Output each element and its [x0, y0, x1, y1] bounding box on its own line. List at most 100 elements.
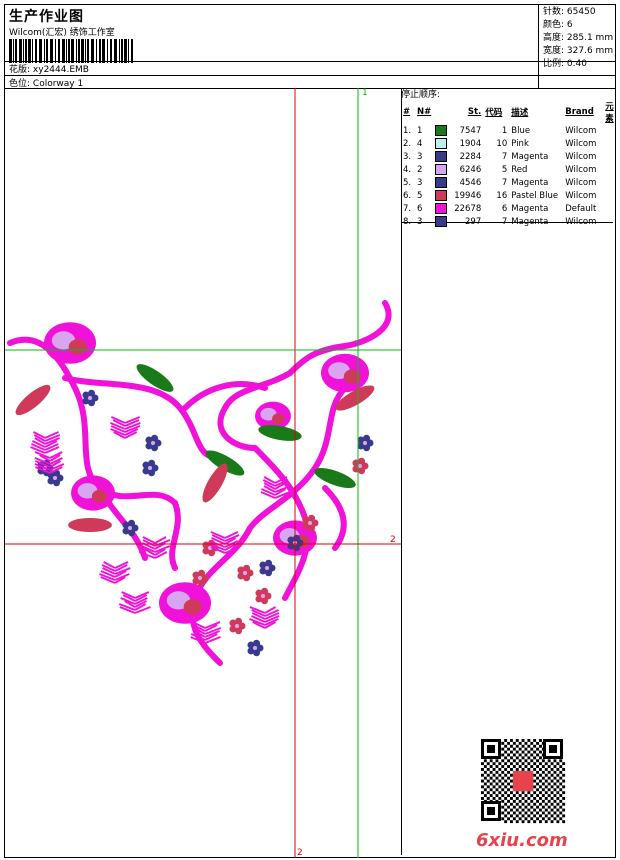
- qr-module: [533, 773, 537, 777]
- barcode-bar: [46, 39, 48, 63]
- qr-module: [518, 811, 522, 815]
- qr-module: [518, 741, 522, 745]
- qr-module: [507, 759, 510, 763]
- barcode-bar: [107, 39, 108, 63]
- qr-module: [483, 759, 487, 763]
- qr-module: [533, 768, 537, 771]
- qr-module: [524, 811, 528, 815]
- qr-module: [507, 817, 510, 821]
- qr-module: [562, 820, 566, 824]
- color-swatch: [435, 125, 448, 136]
- qr-module: [510, 779, 513, 783]
- qr-module: [510, 750, 513, 754]
- qr-module: [512, 817, 516, 821]
- qr-module: [486, 797, 490, 800]
- qr-module: [507, 782, 510, 786]
- qr-module: [547, 805, 551, 809]
- qr-module: [515, 808, 519, 812]
- blossom-center: [265, 566, 269, 570]
- qr-module: [562, 785, 566, 789]
- qr-module: [539, 814, 542, 818]
- qr-module: [559, 788, 563, 792]
- qr-module: [515, 744, 519, 748]
- qr-module: [550, 762, 554, 766]
- blossom-petal: [243, 564, 251, 572]
- color-sequence-table: # N# St. 代码 描述 Brand 元素 1. 1 7547 1 Blue Wilc…: [401, 100, 620, 228]
- embroidery-design: [7, 300, 392, 666]
- qr-module: [504, 779, 508, 783]
- leaf: [202, 463, 228, 503]
- qr-module: [498, 768, 502, 771]
- blossom-petal: [308, 514, 316, 522]
- qr-module: [559, 770, 563, 774]
- qr-module: [550, 773, 554, 777]
- qr-module: [481, 768, 484, 771]
- qr-module: [501, 770, 505, 774]
- qr-module: [536, 788, 539, 792]
- barcode-bar: [15, 39, 17, 63]
- qr-module: [512, 753, 516, 757]
- qr-module: [556, 785, 560, 789]
- qr-module: [530, 753, 534, 757]
- qr-module: [489, 770, 493, 774]
- qr-module: [489, 759, 493, 763]
- qr-module: [510, 768, 513, 771]
- qr-module: [550, 814, 554, 818]
- qr-module: [489, 765, 493, 768]
- qr-module: [510, 802, 513, 806]
- sequence-row: 2. 4 1904 10 Pink Wilcom: [403, 138, 597, 149]
- qr-module: [550, 785, 554, 789]
- qr-module: [539, 808, 542, 812]
- qr-module: [559, 799, 563, 803]
- qr-module: [536, 805, 539, 809]
- qr-module: [547, 811, 551, 815]
- qr-module: [527, 791, 531, 795]
- qr-module: [553, 799, 557, 803]
- qr-module: [544, 808, 548, 812]
- qr-module: [515, 750, 519, 754]
- barcode-bar: [87, 39, 89, 63]
- flower-center: [68, 339, 87, 355]
- blossom-petal: [198, 569, 206, 577]
- barcode-bar: [62, 39, 65, 63]
- qr-module: [530, 759, 534, 763]
- barcode-bar: [68, 39, 70, 63]
- qr-module: [507, 799, 510, 803]
- qr-module: [541, 811, 545, 815]
- qr-module: [539, 779, 542, 783]
- qr-module: [495, 788, 499, 792]
- qr-module: [559, 782, 563, 786]
- barcode-bar: [102, 39, 105, 63]
- qr-module: [518, 794, 522, 797]
- qr-module: [562, 779, 566, 783]
- qr-module: [553, 794, 557, 797]
- qr-module: [495, 794, 499, 797]
- qr-module: [510, 739, 513, 742]
- qr-module: [495, 782, 499, 786]
- qr-module: [553, 765, 557, 768]
- qr-module: [521, 768, 525, 771]
- barcode-bar: [121, 39, 123, 63]
- qr-module: [544, 762, 548, 766]
- barcode-bar: [76, 39, 77, 63]
- qr-module: [536, 794, 539, 797]
- qr-module: [510, 791, 513, 795]
- qr-module: [498, 762, 502, 766]
- qr-module: [524, 741, 528, 745]
- qr-module: [533, 785, 537, 789]
- qr-module: [510, 773, 513, 777]
- qr-module: [536, 799, 539, 803]
- leaf: [15, 384, 51, 416]
- qr-module: [504, 768, 508, 771]
- qr-module: [495, 759, 499, 763]
- qr-module: [504, 791, 508, 795]
- qr-module: [541, 765, 545, 768]
- qr-module: [518, 805, 522, 809]
- blossom-petal: [265, 559, 273, 567]
- qr-module: [504, 744, 508, 748]
- qr-module: [504, 802, 508, 806]
- qr-module: [518, 765, 522, 768]
- qr-module: [481, 762, 484, 766]
- sequence-row: 8. 3 297 7 Magenta Wilcom: [403, 216, 597, 227]
- qr-module: [556, 797, 560, 800]
